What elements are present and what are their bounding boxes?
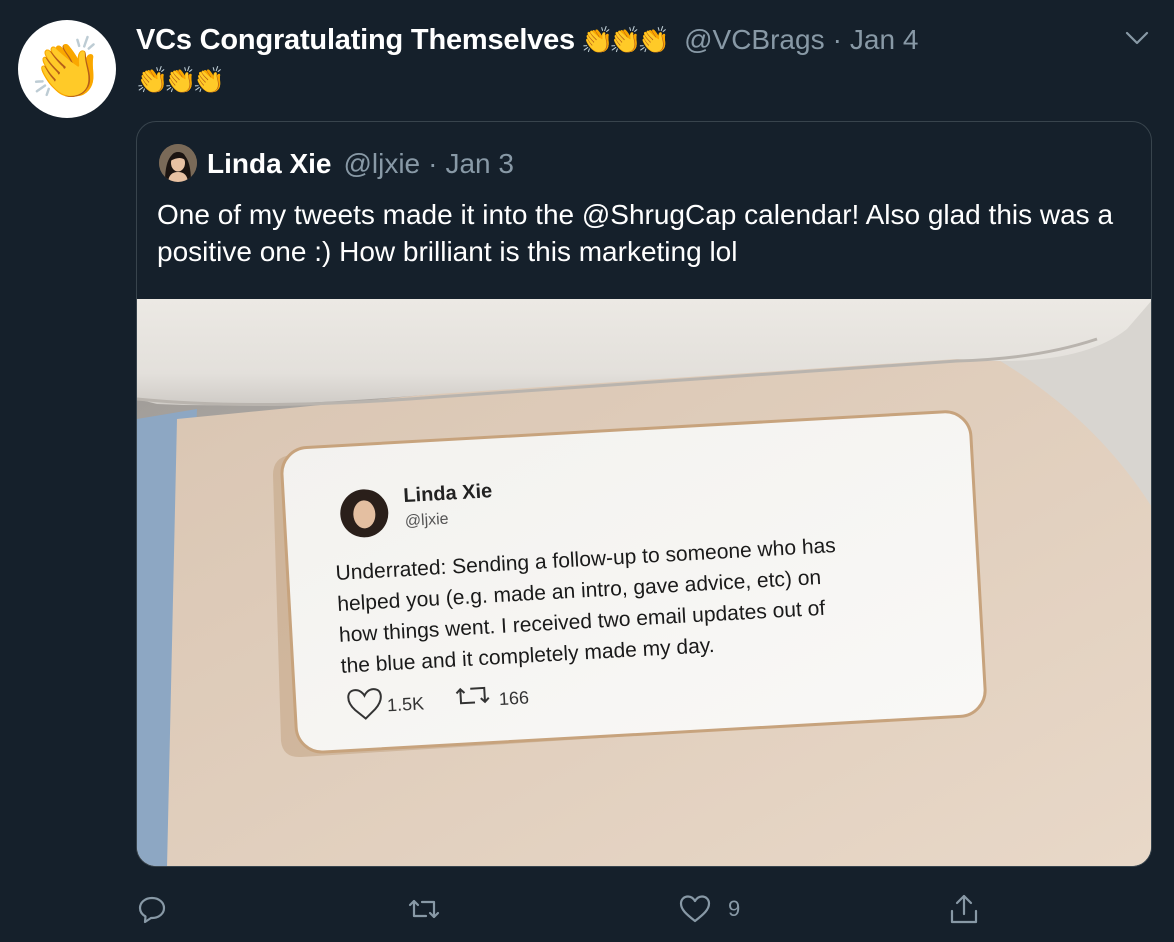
separator: · bbox=[428, 148, 438, 179]
card-retweets: 166 bbox=[498, 687, 529, 709]
like-button[interactable]: 9 bbox=[678, 886, 740, 932]
reply-button[interactable] bbox=[136, 886, 168, 932]
quoted-handle[interactable]: @ljxie bbox=[343, 148, 420, 180]
display-name[interactable]: VCs Congratulating Themselves bbox=[136, 24, 575, 57]
clapping-hands-emoji: 👏 bbox=[29, 35, 105, 102]
handle[interactable]: @VCBrags bbox=[684, 24, 824, 56]
quoted-display-name[interactable]: Linda Xie bbox=[207, 148, 331, 180]
card-likes: 1.5K bbox=[386, 693, 424, 715]
reply-icon bbox=[138, 896, 166, 924]
chevron-down-icon[interactable] bbox=[1124, 28, 1150, 48]
retweet-button[interactable] bbox=[406, 886, 442, 932]
share-button[interactable] bbox=[948, 886, 980, 932]
name-emoji: 👏👏👏 bbox=[580, 24, 670, 55]
heart-icon bbox=[679, 895, 711, 923]
card-handle: @ljxie bbox=[404, 511, 449, 530]
share-icon bbox=[950, 894, 978, 924]
separator: · bbox=[832, 24, 842, 55]
quoted-header: Linda Xie @ljxie · Jan 3 bbox=[207, 144, 514, 184]
tweet-photo[interactable]: Linda Xie @ljxie Underrated: Sending a f… bbox=[137, 299, 1151, 866]
quoted-avatar[interactable] bbox=[159, 144, 197, 182]
retweet-icon bbox=[408, 899, 440, 919]
tweet[interactable]: 👏 VCs Congratulating Themselves 👏👏👏 @VCB… bbox=[0, 0, 1174, 942]
quoted-timestamp[interactable]: Jan 3 bbox=[445, 148, 514, 180]
quoted-tweet[interactable]: Linda Xie @ljxie · Jan 3 One of my tweet… bbox=[136, 121, 1152, 867]
quoted-text: One of my tweets made it into the @Shrug… bbox=[157, 199, 1114, 267]
tweet-text: 👏👏👏 bbox=[136, 65, 225, 95]
timestamp[interactable]: Jan 4 bbox=[850, 24, 919, 56]
tweet-header: VCs Congratulating Themselves 👏👏👏 @VCBra… bbox=[136, 18, 918, 62]
action-bar: 9 bbox=[0, 886, 1174, 936]
like-count: 9 bbox=[728, 896, 741, 921]
avatar[interactable]: 👏 bbox=[18, 20, 116, 118]
